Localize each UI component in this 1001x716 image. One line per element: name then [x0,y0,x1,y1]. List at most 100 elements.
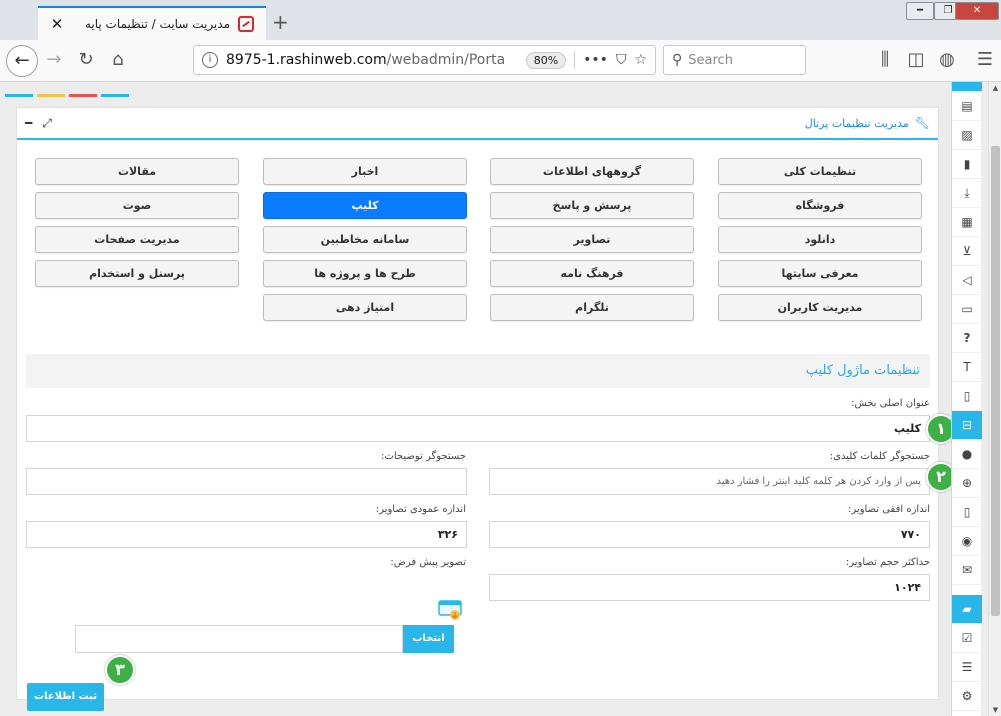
collapse-icon[interactable]: ━ [25,116,32,131]
module-button-grid: تنظیمات کلی گروههای اطلاعات اخبار مقالات فرو… [34,158,922,324]
module-button[interactable]: مقالات [35,158,239,185]
reload-icon[interactable]: ↻ [74,49,98,70]
site-favicon-icon [238,16,254,32]
module-button[interactable]: امتیاز دهی [263,294,467,321]
submit-button[interactable]: ثبت اطلاعات [27,683,104,711]
horizontal-size-input[interactable]: ۷۷۰ [489,521,930,548]
module-button[interactable]: معرفی سایتها [718,260,922,287]
browser-titlebar: مدیریت سایت / تنظیمات پایه ✕ + ━ ❐ ✕ [0,0,1001,40]
document-icon[interactable]: ▮ [952,150,982,179]
module-button[interactable]: تصاویر [490,226,694,253]
max-size-input[interactable]: ۱۰۲۴ [489,574,930,601]
close-window-icon[interactable]: ✕ [955,2,999,20]
scroll-down-icon[interactable]: ▼ [989,704,1001,716]
zoom-level[interactable]: 80% [525,51,567,69]
bookmark-star-icon[interactable]: ☆ [634,52,647,68]
module-button[interactable]: دانلود [718,226,922,253]
close-tab-icon[interactable]: ✕ [50,15,64,33]
expand-icon[interactable]: ⤢ [42,116,52,131]
question-icon[interactable]: ? [952,324,982,353]
scroll-up-icon[interactable]: ▲ [989,82,1001,94]
back-icon[interactable]: ← [6,45,38,77]
image-icon[interactable]: ▨ [952,121,982,150]
info-icon[interactable]: i [202,52,218,68]
module-button[interactable]: پرسش و پاسخ [490,192,694,219]
section-title: تنظیمات ماژول کلیپ [26,354,930,388]
download-icon[interactable]: ⤓ [952,179,982,208]
keyword-search-label: جستجوگر کلمات کلیدی: [829,451,930,462]
inbox-icon[interactable]: ⊟ [952,411,982,440]
module-button[interactable]: فرهنگ نامه [490,260,694,287]
user-plus-icon[interactable]: ⊕ [952,469,982,498]
new-tab-icon[interactable]: + [272,10,289,34]
module-button[interactable]: اخبار [263,158,467,185]
keyword-search-input[interactable]: پس از وارد کردن هر کلمه کلید اینتر را فش… [489,468,930,495]
minimize-icon[interactable]: ━ [906,2,934,20]
url-domain: 8975-1.rashinweb.com [226,52,387,68]
vertical-size-input[interactable]: ۳۲۶ [26,521,467,548]
module-button[interactable]: سامانه مخاطبین [263,226,467,253]
speaker-icon[interactable]: ◁ [952,266,982,295]
default-image-path[interactable] [75,625,403,653]
page-scrollbar[interactable]: ▲ ▼ [988,82,1001,716]
file-icon[interactable]: ▯ [952,382,982,411]
module-button[interactable]: تنظیمات کلی [718,158,922,185]
description-search-input[interactable] [26,468,467,495]
library-icon[interactable]: ⫼ [873,49,897,70]
forward-icon[interactable]: → [42,49,66,70]
film-icon[interactable]: ▦ [952,208,982,237]
color-bar [5,94,33,97]
globe-icon[interactable]: ◍ [935,49,959,70]
sidebar-icon[interactable]: ◫ [904,49,928,70]
choose-image-button[interactable]: انتخاب [403,625,454,653]
folder-open-icon[interactable]: ▰ [952,595,982,624]
checkbox-icon[interactable]: ☑ [952,624,982,653]
chat-icon[interactable]: ◉ [952,527,982,556]
top-color-bars [5,94,129,97]
module-button[interactable]: فروشگاه [718,192,922,219]
browser-toolbar: ← → ↻ ⌂ i 8975-1.rashinweb.com/webadmin/… [0,40,1001,82]
module-button[interactable]: تلگرام [490,294,694,321]
main-title-input[interactable]: کلیپ [26,415,930,442]
scroll-thumb[interactable] [991,146,1000,616]
url-text[interactable]: 8975-1.rashinweb.com/webadmin/Porta [226,52,518,68]
panel-title: مدیریت تنظیمات پرتال [804,116,909,130]
search-input[interactable] [688,52,789,68]
dock-item-top[interactable] [952,82,982,92]
module-button[interactable]: پرسنل و استخدام [35,260,239,287]
default-image-label: تصویر پیش فرض: [390,557,466,568]
monitor-icon[interactable]: ▭ [952,295,982,324]
tools-icon[interactable]: ⚙ [952,682,982,711]
envelope-icon[interactable]: ✉ [952,556,982,585]
user-icon[interactable]: ● [952,440,982,469]
horizontal-size-label: اندازه افقی تصاویر: [848,504,930,515]
settings-panel: 🔧︎ مدیریت تنظیمات پرتال ━ ⤢ تنظیمات کلی گ… [16,107,939,711]
url-separator [574,51,576,69]
list-icon[interactable]: ☰ [952,653,982,682]
menu-icon[interactable]: ☰ [973,49,997,70]
module-button[interactable]: طرح ها و پروژه ها [263,260,467,287]
main-title-label: عنوان اصلی بخش: [851,398,930,409]
image-picker-icon[interactable] [438,600,464,622]
module-button[interactable]: مدیریت صفحات [35,226,239,253]
id-card-icon[interactable]: ▤ [952,92,982,121]
right-dock: ▤ ▨ ▮ ⤓ ▦ ⊻ ◁ ▭ ? T ▯ ⊟ ● ⊕ ▯ ◉ ✉ ▰ ☑ ☰ … [951,82,982,716]
page-actions-icon[interactable]: ••• [583,52,608,68]
url-bar[interactable]: i 8975-1.rashinweb.com/webadmin/Porta 80… [193,45,656,75]
vertical-size-label: اندازه عمودی تصاویر: [375,504,466,515]
home-icon[interactable]: ⌂ [106,49,130,70]
page-viewport: 🔧︎ مدیریت تنظیمات پرتال ━ ⤢ تنظیمات کلی گ… [0,82,988,716]
module-button[interactable]: مدیریت کاربران [718,294,922,321]
cart-icon[interactable]: ⊻ [952,237,982,266]
module-button[interactable]: کلیپ [263,192,467,219]
browser-tab[interactable]: مدیریت سایت / تنظیمات پایه ✕ [38,6,266,40]
pocket-icon[interactable]: ⛉ [616,52,627,68]
text-size-icon[interactable]: T [952,353,982,382]
url-path: /webadmin/Porta [386,52,506,68]
module-button[interactable]: صوت [35,192,239,219]
mobile-icon[interactable]: ▯ [952,498,982,527]
description-search-label: جستجوگر توضیحات: [381,451,466,462]
search-bar[interactable]: ⚲ [663,45,806,75]
step-badge: ۳ [105,655,135,685]
module-button[interactable]: گروههای اطلاعات [490,158,694,185]
